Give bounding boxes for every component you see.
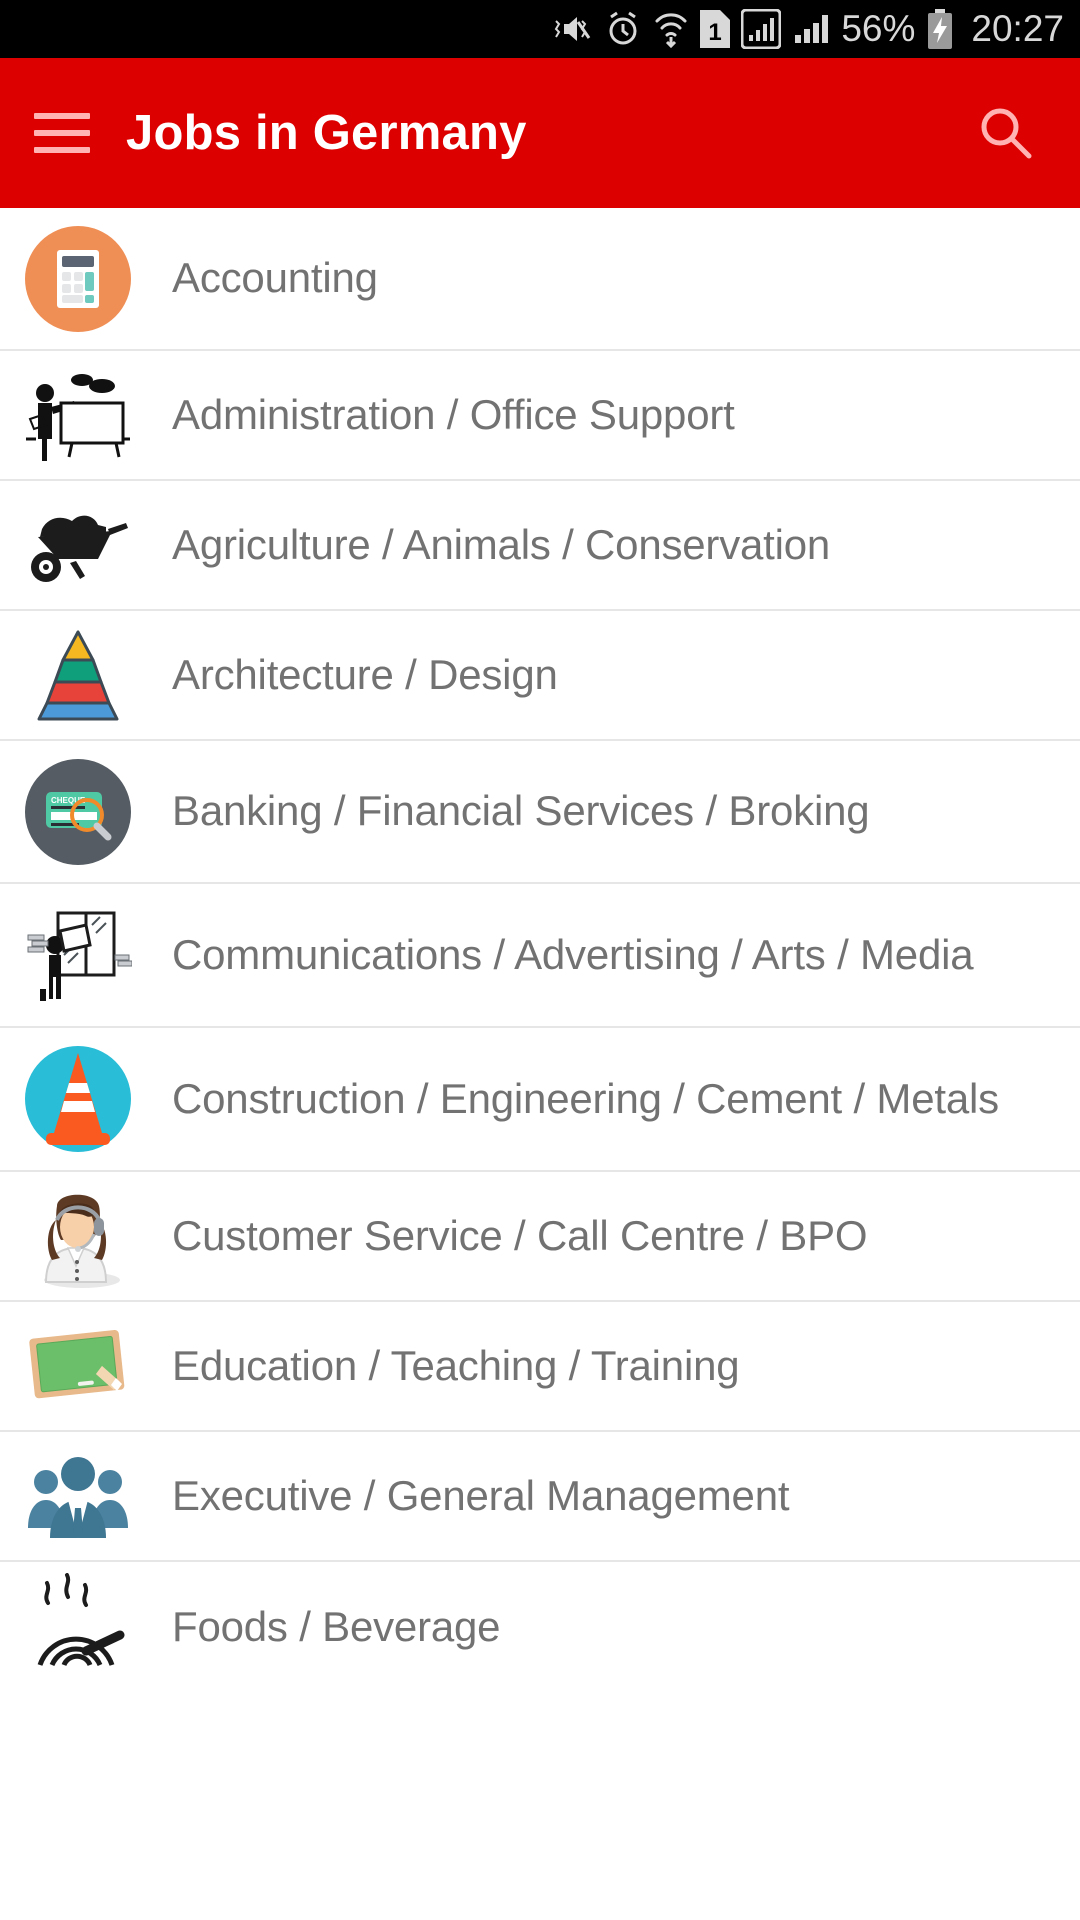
list-item-label: Executive / General Management bbox=[172, 1471, 790, 1519]
list-item[interactable]: Communications / Advertising / Arts / Me… bbox=[0, 884, 1080, 1028]
list-item[interactable]: Customer Service / Call Centre / BPO bbox=[0, 1172, 1080, 1302]
list-item[interactable]: Accounting bbox=[0, 208, 1080, 351]
poster-hanging-icon bbox=[24, 901, 132, 1009]
pyramid-chart-icon bbox=[24, 621, 132, 729]
list-item-label: Architecture / Design bbox=[172, 650, 558, 698]
list-item-label: Banking / Financial Services / Broking bbox=[172, 787, 870, 835]
list-item-label: Communications / Advertising / Arts / Me… bbox=[172, 930, 974, 978]
hamburger-menu-icon[interactable] bbox=[34, 113, 90, 153]
category-list: Accounting Administration / Office Suppo… bbox=[0, 208, 1080, 1692]
list-item[interactable]: Architecture / Design bbox=[0, 611, 1080, 741]
headset-agent-icon bbox=[24, 1182, 132, 1290]
list-item[interactable]: Executive / General Management bbox=[0, 1432, 1080, 1562]
wifi-icon bbox=[653, 9, 689, 49]
list-item-label: Construction / Engineering / Cement / Me… bbox=[172, 1074, 999, 1122]
signal-sim2-icon bbox=[792, 10, 830, 48]
signal-sim1-icon bbox=[741, 9, 782, 49]
alarm-icon bbox=[604, 10, 642, 48]
status-bar: 1 56% 20:27 bbox=[0, 0, 1080, 58]
battery-percent-label: 56% bbox=[841, 8, 916, 49]
search-icon[interactable] bbox=[966, 93, 1046, 173]
battery-charging-icon bbox=[926, 9, 954, 49]
traffic-cone-icon bbox=[24, 1045, 132, 1153]
list-item[interactable]: Education / Teaching / Training bbox=[0, 1302, 1080, 1432]
hamburger-bar bbox=[34, 130, 90, 136]
list-item-label: Foods / Beverage bbox=[172, 1602, 501, 1650]
steaming-dish-icon bbox=[24, 1573, 132, 1681]
presenter-whiteboard-icon bbox=[24, 361, 132, 469]
list-item[interactable]: CHEQUE Banking / Financial Services / Br… bbox=[0, 741, 1080, 884]
list-item[interactable]: Foods / Beverage bbox=[0, 1562, 1080, 1692]
list-item-label: Accounting bbox=[172, 254, 378, 302]
list-item[interactable]: Administration / Office Support bbox=[0, 351, 1080, 481]
clock-label: 20:27 bbox=[971, 8, 1064, 49]
app-bar: Jobs in Germany bbox=[0, 58, 1080, 208]
chalkboard-icon bbox=[24, 1312, 132, 1420]
cheque-magnifier-icon: CHEQUE bbox=[24, 758, 132, 866]
list-item-label: Education / Teaching / Training bbox=[172, 1341, 740, 1389]
list-item[interactable]: Agriculture / Animals / Conservation bbox=[0, 481, 1080, 611]
list-item-label: Customer Service / Call Centre / BPO bbox=[172, 1211, 868, 1259]
business-people-icon bbox=[24, 1442, 132, 1550]
list-item[interactable]: Construction / Engineering / Cement / Me… bbox=[0, 1028, 1080, 1172]
calculator-icon bbox=[24, 225, 132, 333]
sim-1-icon: 1 bbox=[700, 10, 731, 48]
list-item-label: Administration / Office Support bbox=[172, 390, 735, 438]
svg-text:1: 1 bbox=[709, 19, 722, 46]
hamburger-bar bbox=[34, 113, 90, 119]
list-item-label: Agriculture / Animals / Conservation bbox=[172, 520, 831, 568]
wheelbarrow-icon bbox=[24, 491, 132, 599]
hamburger-bar bbox=[34, 147, 90, 153]
vibrate-mute-icon bbox=[553, 11, 593, 47]
page-title: Jobs in Germany bbox=[126, 106, 527, 160]
